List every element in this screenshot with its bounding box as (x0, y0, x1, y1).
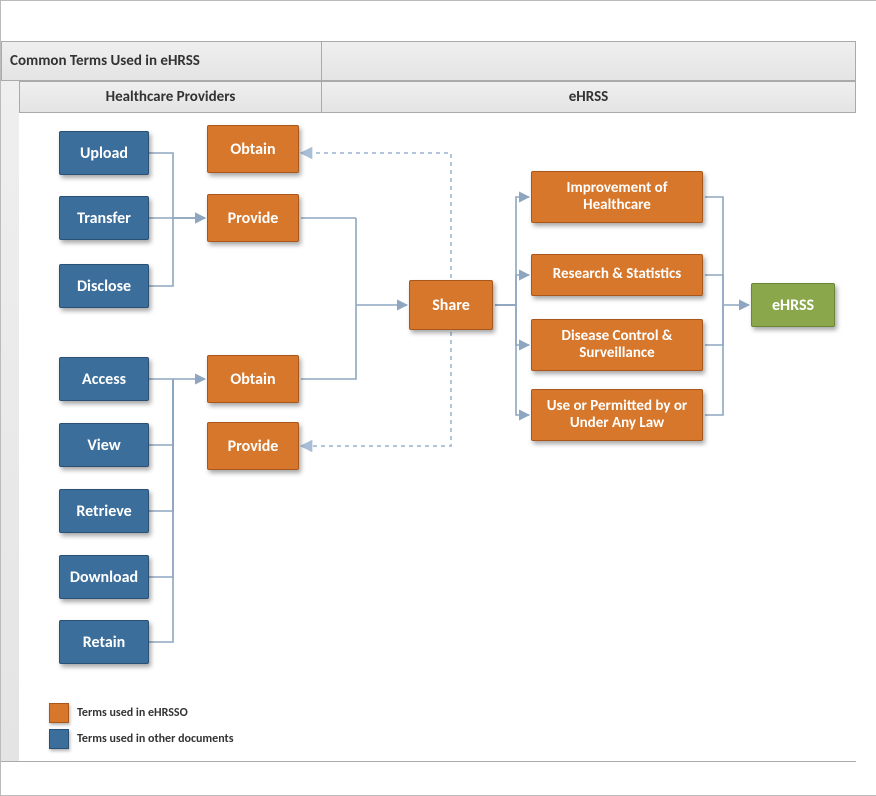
term-retrieve: Retrieve (59, 489, 149, 533)
legend-swatch-blue (49, 729, 69, 749)
purpose-research: Research & Statistics (531, 254, 703, 296)
term-provide-2: Provide (207, 422, 299, 470)
diagram-stage: Common Terms Used in eHRSS Healthcare Pr… (0, 0, 876, 796)
col-header-left: Healthcare Providers (19, 81, 322, 113)
title-spacer (322, 41, 856, 81)
node-ehrss: eHRSS (751, 283, 835, 327)
term-access: Access (59, 357, 149, 401)
term-obtain-1: Obtain (207, 125, 299, 173)
term-retain: Retain (59, 620, 149, 664)
term-disclose: Disclose (59, 264, 149, 308)
legend-label-blue: Terms used in other documents (77, 732, 234, 746)
term-provide-1: Provide (207, 194, 299, 242)
term-transfer: Transfer (59, 196, 149, 240)
col-header-right: eHRSS (322, 81, 856, 113)
term-share: Share (409, 280, 493, 330)
purpose-improvement: Improvement of Healthcare (531, 171, 703, 223)
purpose-disease-control: Disease Control & Surveillance (531, 319, 703, 371)
term-view: View (59, 423, 149, 467)
legend-label-orange: Terms used in eHRSSO (77, 706, 188, 720)
legend-other-docs: Terms used in other documents (49, 729, 234, 749)
term-obtain-2: Obtain (207, 355, 299, 403)
purpose-any-law: Use or Permitted by or Under Any Law (531, 389, 703, 441)
left-gutter (1, 81, 20, 762)
legend-ehrsso: Terms used in eHRSSO (49, 703, 188, 723)
term-download: Download (59, 555, 149, 599)
legend-swatch-orange (49, 703, 69, 723)
diagram-title: Common Terms Used in eHRSS (1, 41, 322, 81)
term-upload: Upload (59, 131, 149, 175)
